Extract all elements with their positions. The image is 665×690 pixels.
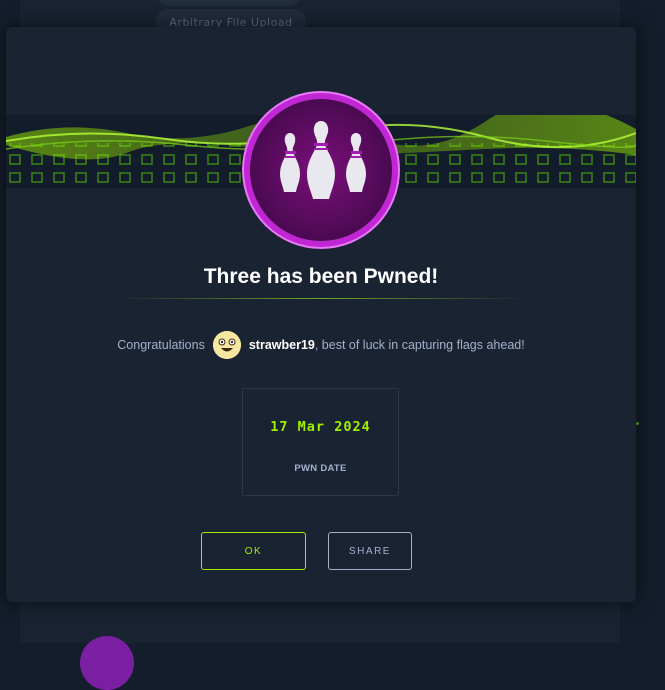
- congrats-suffix: , best of luck in capturing flags ahead!: [314, 338, 525, 352]
- congrats-message: Congratulations strawber19 , best of luc…: [6, 330, 636, 360]
- username-link[interactable]: strawber19: [249, 338, 315, 352]
- background-dot: [636, 422, 639, 425]
- user-avatar[interactable]: [212, 331, 241, 359]
- pwn-date-label: PWN DATE: [294, 463, 347, 474]
- pwn-date-value: 17 Mar 2024: [270, 419, 371, 435]
- pwn-date-card: 17 Mar 2024 PWN DATE: [242, 388, 399, 496]
- emoji-avatar-icon: [212, 331, 241, 359]
- pwned-modal: Three has been Pwned! Congratulations st…: [6, 27, 636, 602]
- background-avatar: [80, 636, 134, 690]
- bowling-pins-icon: [280, 121, 366, 199]
- share-button[interactable]: SHARE: [328, 532, 412, 570]
- background-tag: [156, 0, 302, 6]
- machine-logo: [250, 99, 392, 241]
- congrats-prefix: Congratulations: [117, 338, 205, 352]
- modal-title: Three has been Pwned!: [203, 265, 439, 288]
- title-divider: [116, 298, 526, 299]
- ok-button[interactable]: OK: [201, 532, 306, 570]
